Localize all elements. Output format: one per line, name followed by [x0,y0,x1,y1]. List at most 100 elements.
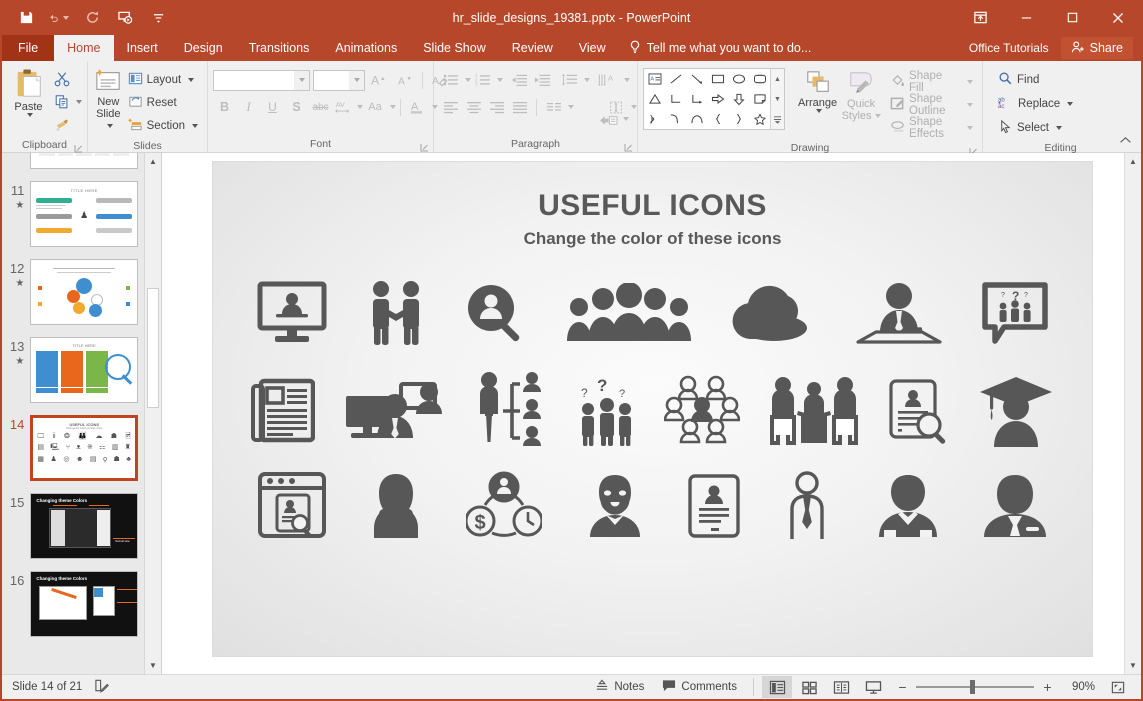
format-painter-button[interactable] [50,114,73,136]
slide-scroll-track[interactable] [1125,170,1141,657]
thumbnail-slide-10[interactable] [30,153,138,169]
shape-triangle[interactable] [644,89,665,109]
zoom-slider-handle[interactable] [970,680,975,694]
font-dialog-launcher[interactable] [420,142,429,151]
person-search-icon[interactable] [465,282,527,344]
increase-font-size-button[interactable]: A [368,69,391,91]
character-spacing-button[interactable]: AV [333,96,353,118]
thumbnail-item[interactable]: 12 ★ [8,259,138,325]
quick-styles-button[interactable]: Quick Styles [840,68,882,122]
minimize-icon[interactable] [1003,0,1049,35]
shape-elbow-arrow-connector[interactable] [686,89,707,109]
cut-button[interactable] [50,68,73,90]
align-left-button[interactable] [439,96,462,118]
notes-button[interactable]: Notes [587,676,652,698]
scroll-down-icon[interactable]: ▼ [145,657,161,674]
numbering-button[interactable]: 123 [471,69,494,91]
tab-insert[interactable]: Insert [114,35,171,61]
text-direction-button[interactable]: A [595,69,621,91]
money-time-person-cycle-icon[interactable]: $ [466,471,542,541]
crowd-people-icon[interactable] [567,283,691,343]
handshake-icon[interactable] [367,280,425,346]
thumbnail-item[interactable]: 13 ★ TITLE HERE [8,337,138,403]
convert-to-smartart-button[interactable] [596,108,620,130]
tab-transitions[interactable]: Transitions [236,35,323,61]
customize-qat-icon[interactable] [148,8,168,28]
section-button[interactable]: Section [124,115,202,137]
thumbnail-item[interactable]: 10 [8,153,138,169]
thumbnail-slide-15[interactable]: Changing theme Colors Normal view [30,493,138,559]
slide-sorter-view-button[interactable] [794,676,824,698]
fit-to-window-button[interactable] [1103,676,1133,698]
align-right-button[interactable] [485,96,508,118]
cloud-icon[interactable] [732,284,816,342]
slideshow-view-button[interactable] [858,676,888,698]
shape-line[interactable] [665,69,686,89]
slide-subtitle[interactable]: Change the color of these icons [213,229,1092,249]
shape-left-brace[interactable] [707,109,728,129]
browser-resume-search-icon[interactable] [257,471,327,541]
tab-review[interactable]: Review [499,35,566,61]
thumbnail-item[interactable]: 11 ★ TITLE HERE ♟ [8,181,138,247]
tab-view[interactable]: View [566,35,619,61]
resume-document-icon[interactable] [687,473,741,539]
monitor-person-icon[interactable] [257,281,327,345]
slide-indicator[interactable]: Slide 14 of 21 [12,681,82,693]
shape-arc[interactable] [686,109,707,129]
share-button[interactable]: Share [1061,37,1133,59]
slide-title[interactable]: USEFUL ICONS [213,189,1092,223]
female-avatar-icon[interactable] [366,472,426,540]
tab-slide-show[interactable]: Slide Show [410,35,499,61]
font-size-combobox[interactable] [313,70,365,91]
newspaper-icon[interactable] [251,378,315,444]
tab-design[interactable]: Design [171,35,236,61]
thumbnail-item[interactable]: 16 Changing theme Colors [8,571,138,637]
copy-button[interactable] [50,91,73,113]
org-chart-icon[interactable] [475,370,549,452]
zoom-out-button[interactable]: − [896,679,909,695]
shapes-gallery[interactable]: A [643,68,785,130]
thumbnail-slide-16[interactable]: Changing theme Colors [30,571,138,637]
bold-button[interactable]: B [213,96,236,118]
font-name-combobox[interactable] [213,70,310,91]
align-center-button[interactable] [462,96,485,118]
change-case-button[interactable]: Aa [364,96,386,118]
italic-button[interactable]: I [237,96,260,118]
arrange-button[interactable]: Arrange [795,68,840,113]
thumbnail-scroll-handle[interactable] [147,288,159,408]
text-shadow-button[interactable]: S [285,96,308,118]
clipboard-dialog-launcher[interactable] [74,143,83,152]
shape-oval[interactable] [728,69,749,89]
current-slide[interactable]: USEFUL ICONS Change the color of these i… [212,161,1093,657]
account-name[interactable]: Office Tutorials [961,41,1057,55]
person-at-desk-icon[interactable] [856,280,942,346]
ribbon-display-options-icon[interactable] [957,0,1003,35]
slide-scroll-down-icon[interactable]: ▼ [1125,657,1141,674]
shape-fill-button[interactable]: Shape Fill [886,71,977,93]
collapse-ribbon-button[interactable] [1119,132,1132,150]
shapes-gallery-scrollbar[interactable]: ▲ ▼ [770,69,784,129]
thumbnail-scroll-track[interactable] [145,170,161,657]
font-color-button[interactable]: A [405,96,428,118]
slide-scroll-up-icon[interactable]: ▲ [1125,153,1141,170]
find-button[interactable]: Find [994,69,1077,91]
thumbnail-slide-14[interactable]: USEFUL ICONS Change the color of these i… [30,415,138,481]
meeting-interview-icon[interactable] [768,375,860,447]
bearded-man-icon[interactable] [582,473,648,539]
undo-icon[interactable] [49,8,69,28]
graduate-icon[interactable] [978,375,1054,447]
zoom-in-button[interactable]: + [1041,679,1054,695]
zoom-level-label[interactable]: 90% [1061,681,1095,693]
shape-curve[interactable] [665,109,686,129]
shapes-scroll-down-icon[interactable]: ▼ [771,89,784,109]
thumbnail-slide-12[interactable] [30,259,138,325]
computer-team-icon[interactable] [343,378,447,444]
select-button[interactable]: Select [994,117,1077,139]
tell-me-search[interactable]: Tell me what you want to do... [619,35,822,61]
save-icon[interactable] [16,8,36,28]
strikethrough-button[interactable]: abc [309,96,332,118]
decrease-indent-button[interactable] [508,69,531,91]
redo-icon[interactable] [82,8,102,28]
thumbnail-slide-11[interactable]: TITLE HERE ♟ [30,181,138,247]
speech-bubble-team-question-icon[interactable]: ? ? ? [982,282,1048,344]
